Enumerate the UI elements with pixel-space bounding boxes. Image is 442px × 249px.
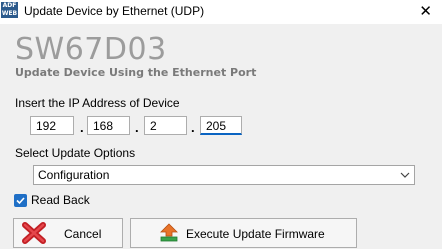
update-options-select[interactable]: Configuration [33,165,415,185]
ip-octet-4-input[interactable]: 205 [200,116,242,135]
ip-address-label: Insert the IP Address of Device [15,96,180,110]
execute-update-firmware-button[interactable]: Execute Update Firmware [130,218,357,248]
update-options-label: Select Update Options [15,146,136,160]
read-back-checkbox[interactable] [14,194,27,207]
ip-separator: . [80,120,84,135]
ip-separator: . [135,120,139,135]
execute-update-firmware-label: Execute Update Firmware [186,227,325,241]
red-x-icon [22,222,46,247]
chevron-down-icon[interactable] [400,166,410,190]
product-subtitle: Update Device Using the Ethernet Port [15,66,257,79]
cancel-button-label: Cancel [64,227,102,241]
update-options-selected-value: Configuration [38,168,110,182]
ip-octet-1-input[interactable]: 192 [30,116,74,135]
cancel-button[interactable]: Cancel [13,218,123,248]
ip-separator: . [191,120,195,135]
product-title: SW67D03 [15,32,167,67]
checkmark-icon [16,197,25,205]
close-icon[interactable]: ✕ [419,2,432,20]
title-bar: ADF WEB Update Device by Ethernet (UDP) … [0,0,442,24]
window-title: Update Device by Ethernet (UDP) [24,4,205,18]
app-logo-icon: ADF WEB [1,2,18,18]
read-back-label: Read Back [31,193,90,207]
ip-octet-3-input[interactable]: 2 [144,116,187,135]
upload-firmware-icon [159,223,179,246]
ip-octet-2-input[interactable]: 168 [87,116,130,135]
